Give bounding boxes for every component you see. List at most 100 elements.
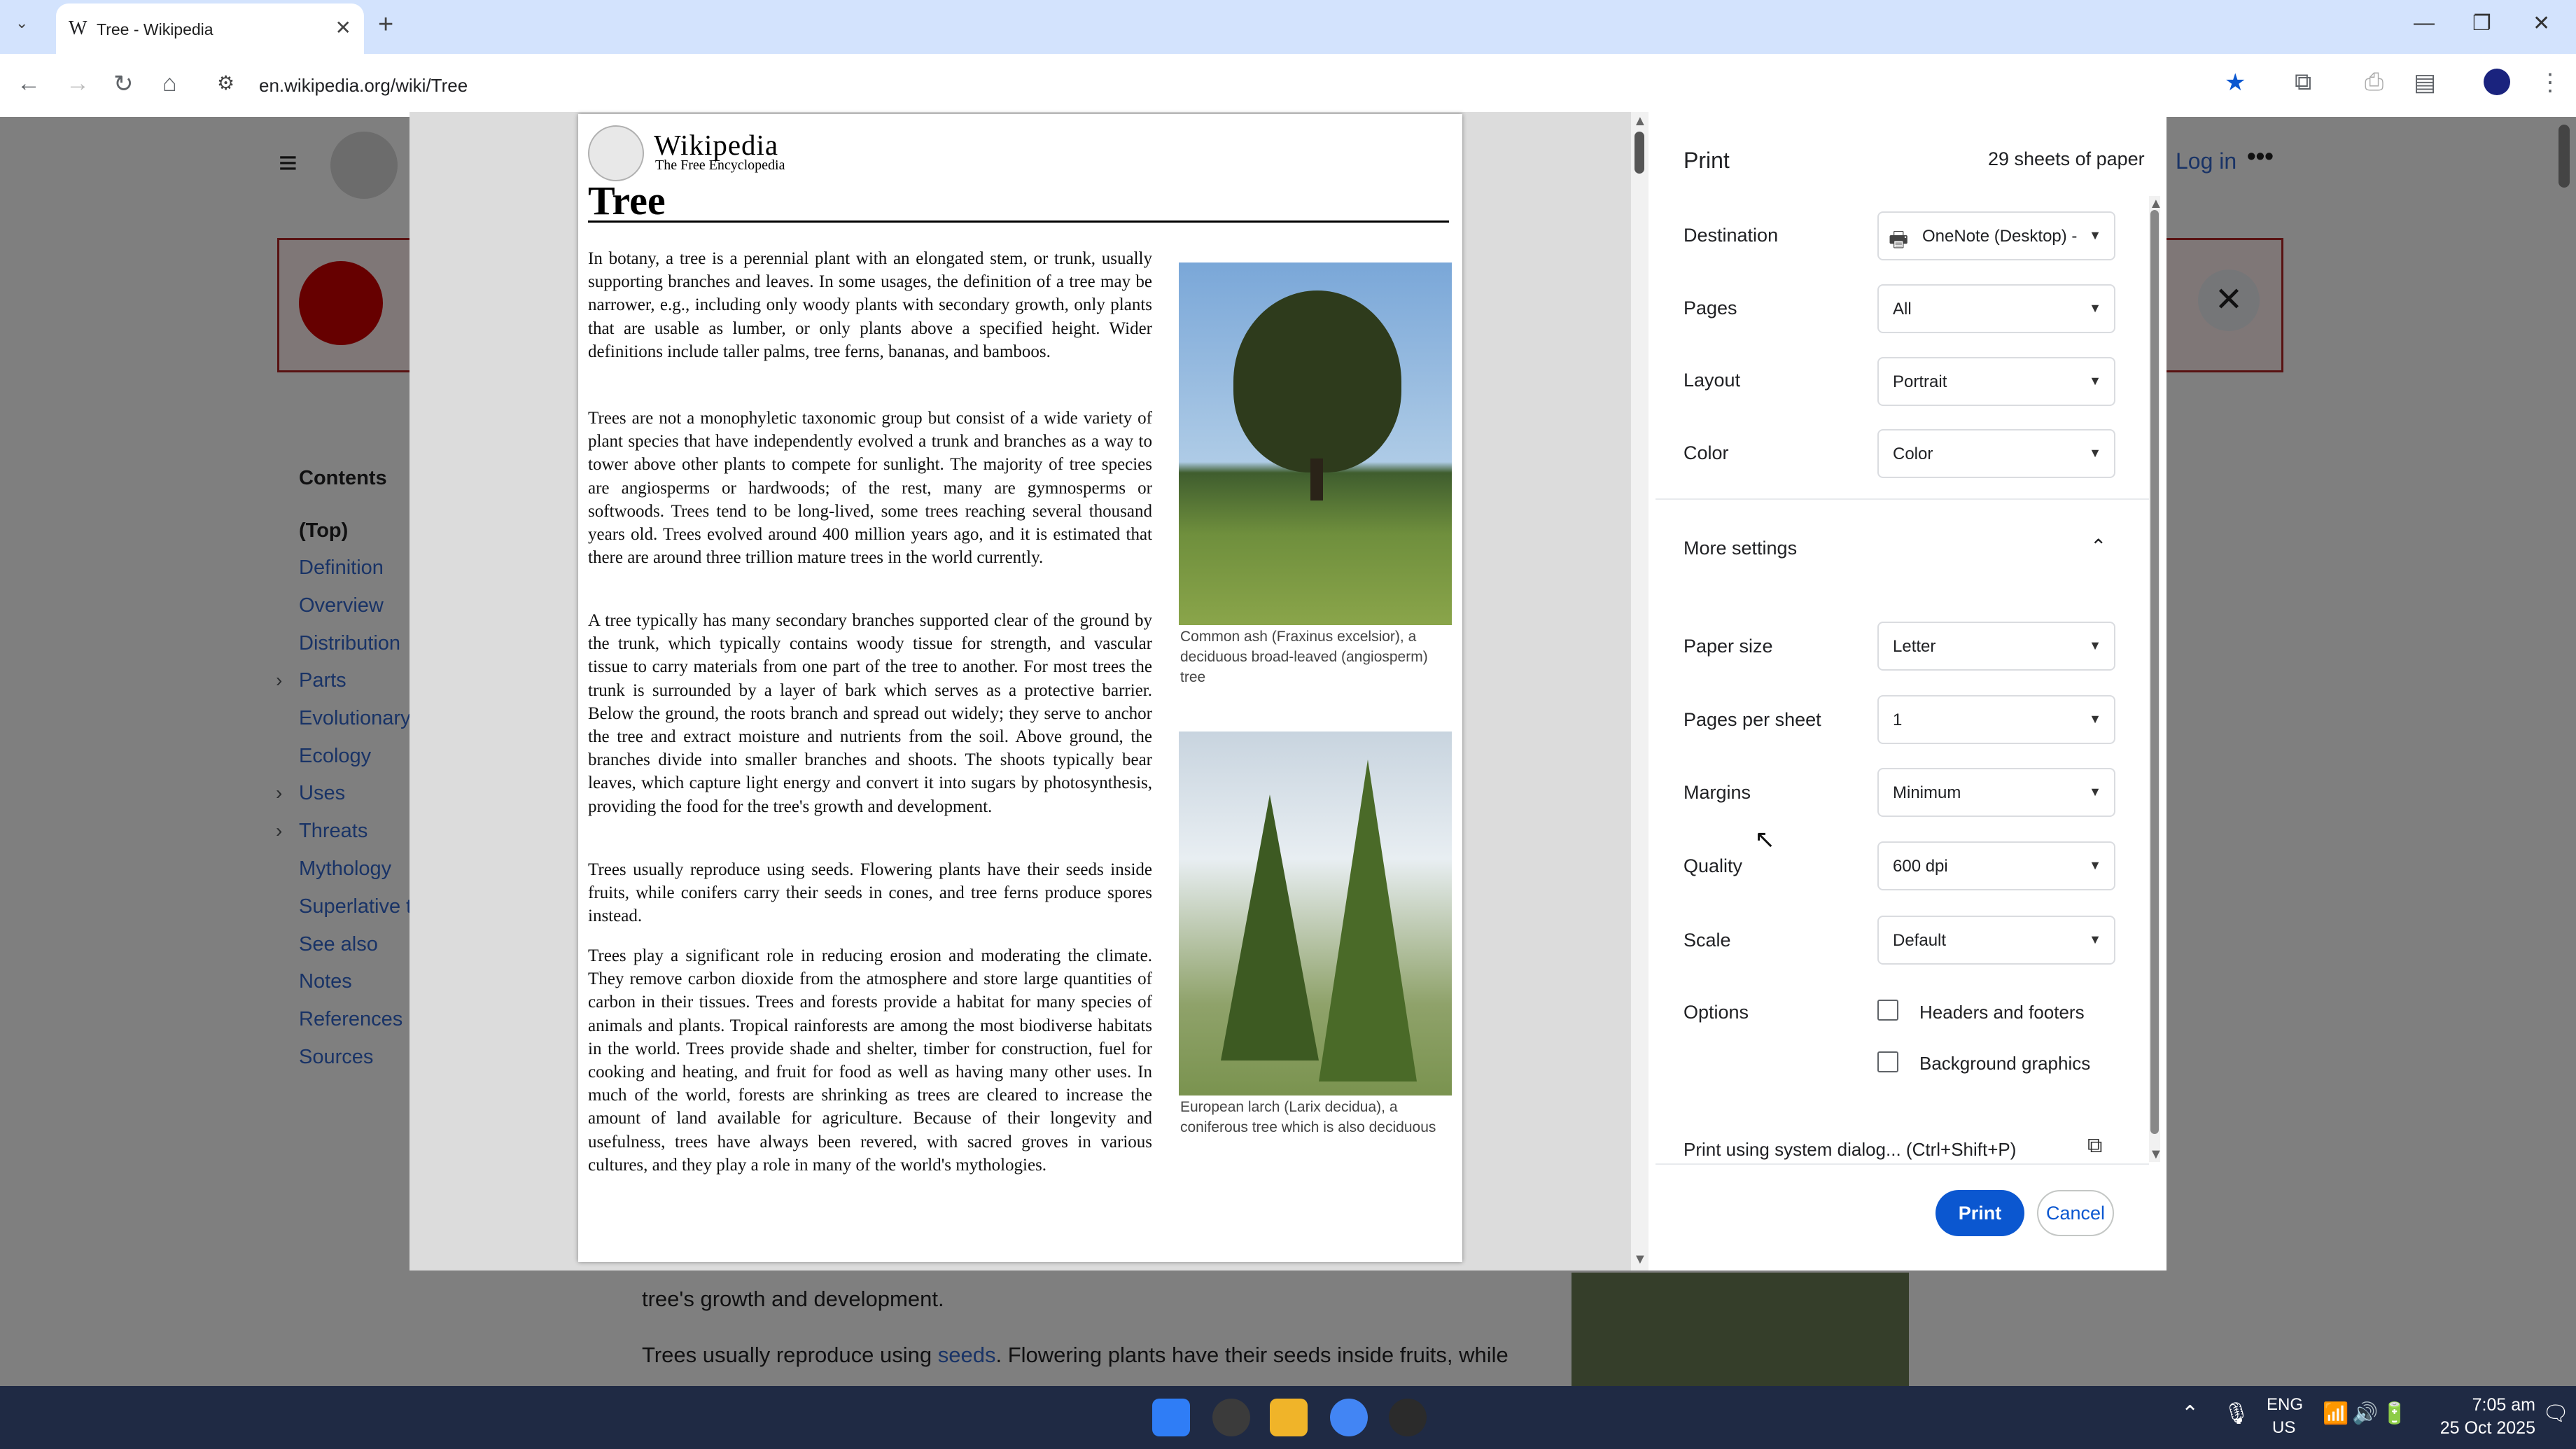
close-icon[interactable]: ✕ <box>335 16 351 39</box>
sidebar-icon[interactable]: ▤ <box>2414 69 2436 97</box>
preview-scroll-thumb[interactable] <box>1634 132 1644 174</box>
notification-icon[interactable]: 🗨 <box>2542 1401 2569 1426</box>
language-indicator[interactable]: ENG <box>2267 1395 2303 1415</box>
windows-start-icon[interactable] <box>1152 1399 1190 1436</box>
active-tab[interactable]: W Tree - Wikipedia ✕ <box>56 4 364 54</box>
chevron-down-icon: ▼ <box>2089 785 2101 799</box>
pages-label: Pages <box>1684 298 1737 318</box>
print-button[interactable]: Print <box>1935 1190 2024 1236</box>
title-rule <box>588 220 1449 223</box>
microphone-icon[interactable]: 🎙 <box>2223 1401 2250 1426</box>
pages-select[interactable]: All ▼ <box>1877 284 2115 333</box>
chevron-up-icon[interactable]: ⌃ <box>2090 535 2106 558</box>
file-explorer-icon[interactable] <box>1270 1399 1308 1436</box>
color-label: Color <box>1684 442 1729 463</box>
scale-label: Scale <box>1684 930 1731 951</box>
wikipedia-globe-icon <box>588 125 644 181</box>
headers-footers-checkbox[interactable] <box>1877 1000 1898 1021</box>
article-paragraph: Trees usually reproduce using seeds. Flo… <box>588 860 1152 926</box>
figure-caption: Common ash (Fraxinus excelsior), a decid… <box>1180 629 1428 685</box>
cancel-button[interactable]: Cancel <box>2037 1190 2114 1236</box>
chevron-down-icon: ▼ <box>2089 932 2101 946</box>
scroll-up-icon[interactable]: ▲ <box>1633 113 1647 130</box>
chevron-down-icon: ▼ <box>2089 301 2101 315</box>
margins-value: Minimum <box>1893 783 1961 802</box>
margins-select[interactable]: Minimum ▼ <box>1877 768 2115 817</box>
address-bar[interactable]: ⚙ en.wikipedia.org/wiki/Tree <box>203 64 2282 105</box>
quality-select[interactable]: 600 dpi ▼ <box>1877 841 2115 890</box>
chevron-down-icon: ▼ <box>2089 446 2101 460</box>
larch-tree-image <box>1179 732 1452 1096</box>
plus-icon[interactable]: + <box>378 10 393 40</box>
paper-size-label: Paper size <box>1684 636 1773 657</box>
larch-shape <box>1221 794 1319 1060</box>
color-select[interactable]: Color ▼ <box>1877 429 2115 478</box>
more-settings-toggle[interactable]: More settings <box>1684 538 1797 559</box>
printer-icon: 🖶 <box>1889 228 1909 251</box>
wikipedia-wordmark: Wikipedia <box>654 129 779 161</box>
pages-value: All <box>1893 300 1912 318</box>
chevron-up-icon[interactable]: ⌃ <box>2181 1401 2199 1426</box>
tree-trunk <box>1310 458 1323 500</box>
destination-select[interactable]: 🖶 OneNote (Desktop) - ▼ <box>1877 211 2115 260</box>
media-player-icon[interactable] <box>1389 1399 1427 1436</box>
pages-per-sheet-label: Pages per sheet <box>1684 709 1821 730</box>
print-title: Print <box>1684 148 1730 173</box>
wikipedia-favicon-icon: W <box>69 18 88 39</box>
preview-scrollbar[interactable] <box>1631 112 1648 1270</box>
profile-icon[interactable] <box>2484 69 2510 95</box>
layout-select[interactable]: Portrait ▼ <box>1877 357 2115 406</box>
scroll-down-icon[interactable]: ▼ <box>2149 1147 2163 1163</box>
quality-value: 600 dpi <box>1893 857 1948 876</box>
home-icon[interactable]: ⌂ <box>162 70 177 97</box>
color-value: Color <box>1893 444 1933 463</box>
tab-search-icon[interactable]: ⌄ <box>15 14 28 32</box>
url-text: en.wikipedia.org/wiki/Tree <box>259 75 468 96</box>
clock-time[interactable]: 7:05 am <box>2437 1395 2535 1415</box>
scroll-up-icon[interactable]: ▲ <box>2149 196 2163 212</box>
extensions-icon[interactable]: ⧉ <box>2295 69 2311 96</box>
minimize-icon[interactable]: — <box>2414 11 2435 35</box>
battery-icon[interactable]: 🔋 <box>2381 1401 2407 1426</box>
layout-label: Layout <box>1684 370 1741 391</box>
back-icon[interactable]: ← <box>17 70 41 97</box>
margins-label: Margins <box>1684 782 1751 803</box>
chevron-down-icon: ▼ <box>2089 638 2101 652</box>
larch-shape <box>1319 760 1417 1082</box>
scroll-down-icon[interactable]: ▼ <box>1633 1252 1647 1268</box>
article-paragraph: A tree typically has many secondary bran… <box>588 611 1152 816</box>
article-paragraph: In botany, a tree is a perennial plant w… <box>588 249 1152 361</box>
paper-size-select[interactable]: Letter ▼ <box>1877 622 2115 671</box>
scale-value: Default <box>1893 931 1947 950</box>
print-icon[interactable]: ⎙ <box>2365 69 2384 96</box>
article-paragraph: Trees are not a monophyletic taxonomic g… <box>588 409 1152 568</box>
figure-caption: European larch (Larix decidua), a conife… <box>1180 1099 1436 1135</box>
open-external-icon[interactable]: ⧉ <box>2087 1134 2102 1158</box>
reload-icon[interactable]: ↻ <box>113 70 134 98</box>
wifi-icon[interactable]: 📶 <box>2323 1401 2348 1426</box>
destination-label: Destination <box>1684 225 1779 246</box>
volume-icon[interactable]: 🔊 <box>2352 1401 2378 1426</box>
headers-footers-label[interactable]: Headers and footers <box>1919 1002 2085 1023</box>
chevron-down-icon: ▼ <box>2089 858 2101 872</box>
menu-icon[interactable]: ⋮ <box>2538 69 2562 97</box>
clock-date[interactable]: 25 Oct 2025 <box>2429 1418 2535 1438</box>
forward-icon[interactable]: → <box>66 70 90 97</box>
scale-select[interactable]: Default ▼ <box>1877 916 2115 965</box>
chevron-down-icon: ▼ <box>2089 712 2101 726</box>
article-title: Tree <box>588 178 666 223</box>
close-window-icon[interactable]: ✕ <box>2533 11 2550 36</box>
restore-icon[interactable]: ❐ <box>2472 11 2491 36</box>
app-icon[interactable] <box>1212 1399 1250 1436</box>
mouse-cursor-icon: ↖ <box>1754 825 1776 853</box>
settings-scroll-thumb[interactable] <box>2150 210 2159 1134</box>
background-graphics-checkbox[interactable] <box>1877 1051 1898 1072</box>
system-dialog-link[interactable]: Print using system dialog... (Ctrl+Shift… <box>1684 1139 2016 1161</box>
bookmark-star-icon[interactable]: ★ <box>2225 69 2246 97</box>
region-indicator[interactable]: US <box>2272 1418 2295 1438</box>
pages-per-sheet-select[interactable]: 1 ▼ <box>1877 695 2115 744</box>
background-graphics-label[interactable]: Background graphics <box>1919 1053 2090 1074</box>
chrome-icon[interactable] <box>1330 1399 1368 1436</box>
preview-sheet: Wikipedia The Free Encyclopedia Tree In … <box>578 114 1462 1262</box>
site-info-icon[interactable]: ⚙ <box>217 71 234 94</box>
